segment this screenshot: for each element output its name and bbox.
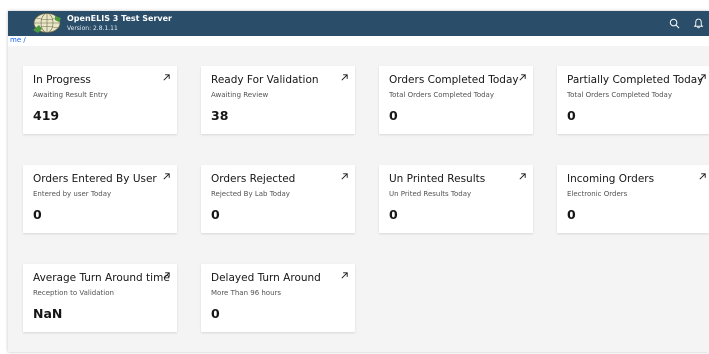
breadcrumb: me / [8,36,709,46]
arrow-up-right-icon[interactable] [518,172,527,181]
arrow-up-right-icon[interactable] [698,172,707,181]
card-count: 38 [211,108,229,123]
card-title: Orders Entered By User [33,173,157,185]
card-un-printed-results[interactable]: Un Printed Results Un Prited Results Tod… [379,165,533,233]
card-in-progress[interactable]: In Progress Awaiting Result Entry 419 [23,66,177,134]
card-average-turn-around-time[interactable]: Average Turn Around time Reception to Va… [23,264,177,332]
card-count: 419 [33,108,60,123]
card-title: Partially Completed Today [567,74,704,86]
card-ready-for-validation[interactable]: Ready For Validation Awaiting Review 38 [201,66,355,134]
arrow-up-right-icon[interactable] [340,271,349,280]
card-title: Un Printed Results [389,173,486,185]
search-icon[interactable] [669,18,680,29]
card-count: 0 [567,108,576,123]
card-title: Delayed Turn Around [211,272,321,284]
card-subtitle: Rejected By Lab Today [211,190,290,198]
notification-bell-icon[interactable] [693,18,704,29]
arrow-up-right-icon[interactable] [162,271,171,280]
card-subtitle: Entered by user Today [33,190,112,198]
card-count: 0 [389,207,398,222]
card-delayed-turn-around[interactable]: Delayed Turn Around More Than 96 hours 0 [201,264,355,332]
card-count: 0 [567,207,576,222]
card-title: Orders Completed Today [389,74,519,86]
breadcrumb-home-link[interactable]: me / [10,36,26,44]
card-subtitle: Total Orders Completed Today [567,91,672,99]
card-title: Ready For Validation [211,74,319,86]
card-incoming-orders[interactable]: Incoming Orders Electronic Orders 0 [557,165,709,233]
arrow-up-right-icon[interactable] [698,73,707,82]
card-count: 0 [211,207,220,222]
card-count: NaN [33,306,63,321]
arrow-up-right-icon[interactable] [162,172,171,181]
app-window: OpenELIS 3 Test Server Version: 2.8.1.11… [8,11,709,352]
card-title: Incoming Orders [567,173,655,185]
card-subtitle: Awaiting Result Entry [33,91,108,99]
card-title: In Progress [33,74,91,86]
arrow-up-right-icon[interactable] [340,73,349,82]
app-version: Version: 2.8.1.11 [67,25,118,32]
logo-icon[interactable] [30,12,64,34]
card-orders-completed-today[interactable]: Orders Completed Today Total Orders Comp… [379,66,533,134]
card-count: 0 [211,306,220,321]
card-subtitle: Awaiting Review [211,91,269,99]
card-partially-completed-today[interactable]: Partially Completed Today Total Orders C… [557,66,709,134]
card-orders-rejected[interactable]: Orders Rejected Rejected By Lab Today 0 [201,165,355,233]
card-title: Orders Rejected [211,173,296,185]
card-title: Average Turn Around time [33,272,170,284]
card-subtitle: More Than 96 hours [211,289,282,297]
header-bar: OpenELIS 3 Test Server Version: 2.8.1.11 [8,11,709,36]
card-subtitle: Reception to Validation [33,289,114,297]
card-subtitle: Un Prited Results Today [389,190,472,198]
arrow-up-right-icon[interactable] [162,73,171,82]
card-orders-entered-by-user[interactable]: Orders Entered By User Entered by user T… [23,165,177,233]
arrow-up-right-icon[interactable] [518,73,527,82]
card-count: 0 [33,207,42,222]
card-subtitle: Total Orders Completed Today [389,91,494,99]
arrow-up-right-icon[interactable] [340,172,349,181]
card-subtitle: Electronic Orders [567,190,628,198]
card-count: 0 [389,108,398,123]
app-title: OpenELIS 3 Test Server [67,14,172,23]
